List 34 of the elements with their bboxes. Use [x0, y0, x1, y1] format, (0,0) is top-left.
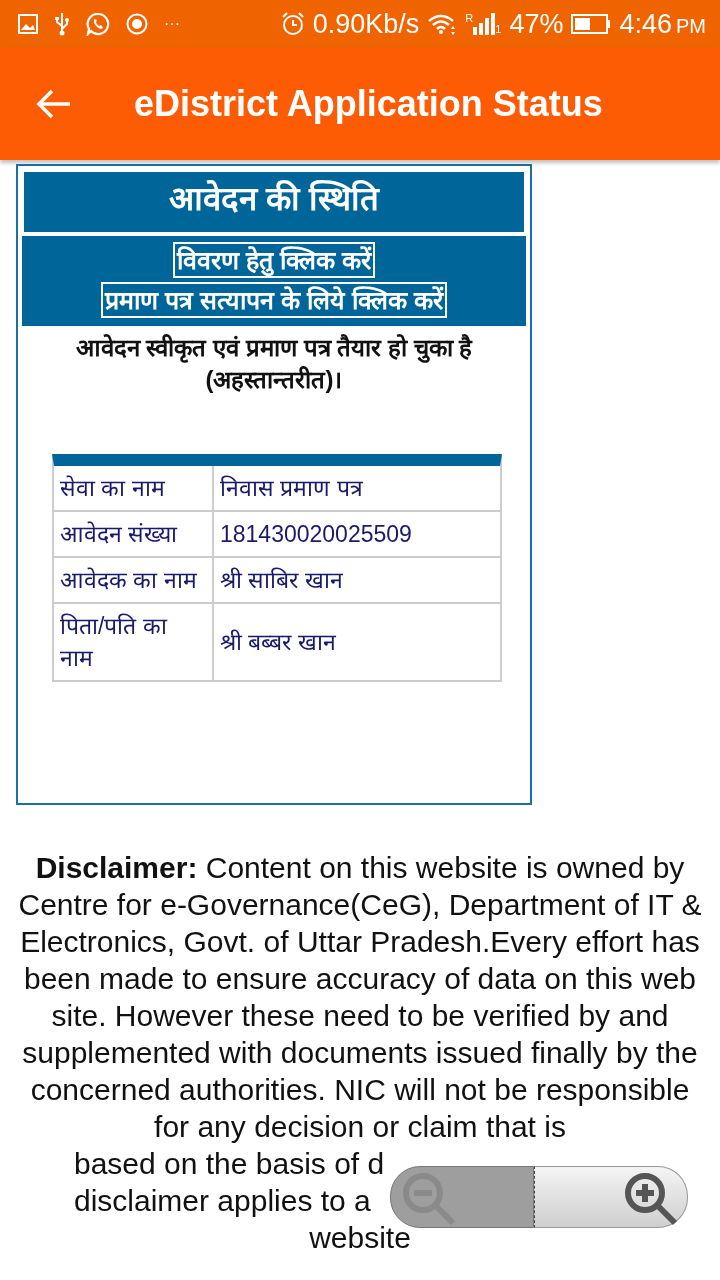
table-cell-text: श्री साबिर खान — [219, 565, 344, 595]
status-message: आवेदन स्वीकृत एवं प्रमाण पत्र तैयार हो चुका है (अहस्तान्तरीत)। — [74, 332, 474, 395]
disclaimer-fragment: disclaimer applies to a — [74, 1184, 371, 1217]
back-arrow-icon[interactable] — [36, 89, 72, 119]
image-icon — [18, 14, 38, 34]
zoom-out-button[interactable] — [390, 1166, 534, 1228]
table-cell-text: 181430020025509 — [219, 519, 413, 549]
chat-phone-icon — [86, 12, 110, 36]
zoom-in-button[interactable] — [534, 1166, 688, 1228]
wifi-icon — [427, 13, 458, 35]
table-cell: आवेदक का नाम — [54, 557, 214, 602]
table-cell: पिता/पति का नाम — [54, 603, 214, 680]
table-cell-text: श्री बब्बर खान — [219, 627, 337, 657]
clock-time: 4:46 — [619, 7, 672, 41]
sim-indicator: 1 — [495, 24, 502, 35]
more-indicator: ··· — [164, 14, 180, 34]
roaming-indicator: R — [465, 13, 474, 24]
alarm-icon — [280, 12, 305, 36]
table-cell: सेवा का नाम — [54, 465, 214, 510]
link[interactable]: प्रमाण पत्र सत्यापन के लिये क्लिक करें — [101, 281, 447, 318]
screen-title: eDistrict Application Status — [134, 82, 603, 126]
disclaimer-fragment: website — [309, 1221, 411, 1254]
battery-percent: 47% — [509, 7, 564, 41]
clock-period: PM — [676, 13, 706, 39]
signal-icon — [473, 13, 496, 35]
table-cell-text: निवास प्रमाण पत्र — [219, 473, 364, 503]
record-icon — [126, 13, 148, 35]
table-cell: आवेदन संख्या — [54, 511, 214, 556]
battery-icon — [571, 14, 612, 34]
network-speed: 0.90Kb/s — [312, 7, 420, 41]
usb-icon — [54, 12, 70, 36]
disclaimer-fragment: based on the basis of d — [74, 1147, 385, 1180]
link[interactable]: विवरण हेतु क्लिक करें — [173, 241, 375, 278]
panel-heading: आवेदन की स्थिति — [22, 170, 526, 234]
